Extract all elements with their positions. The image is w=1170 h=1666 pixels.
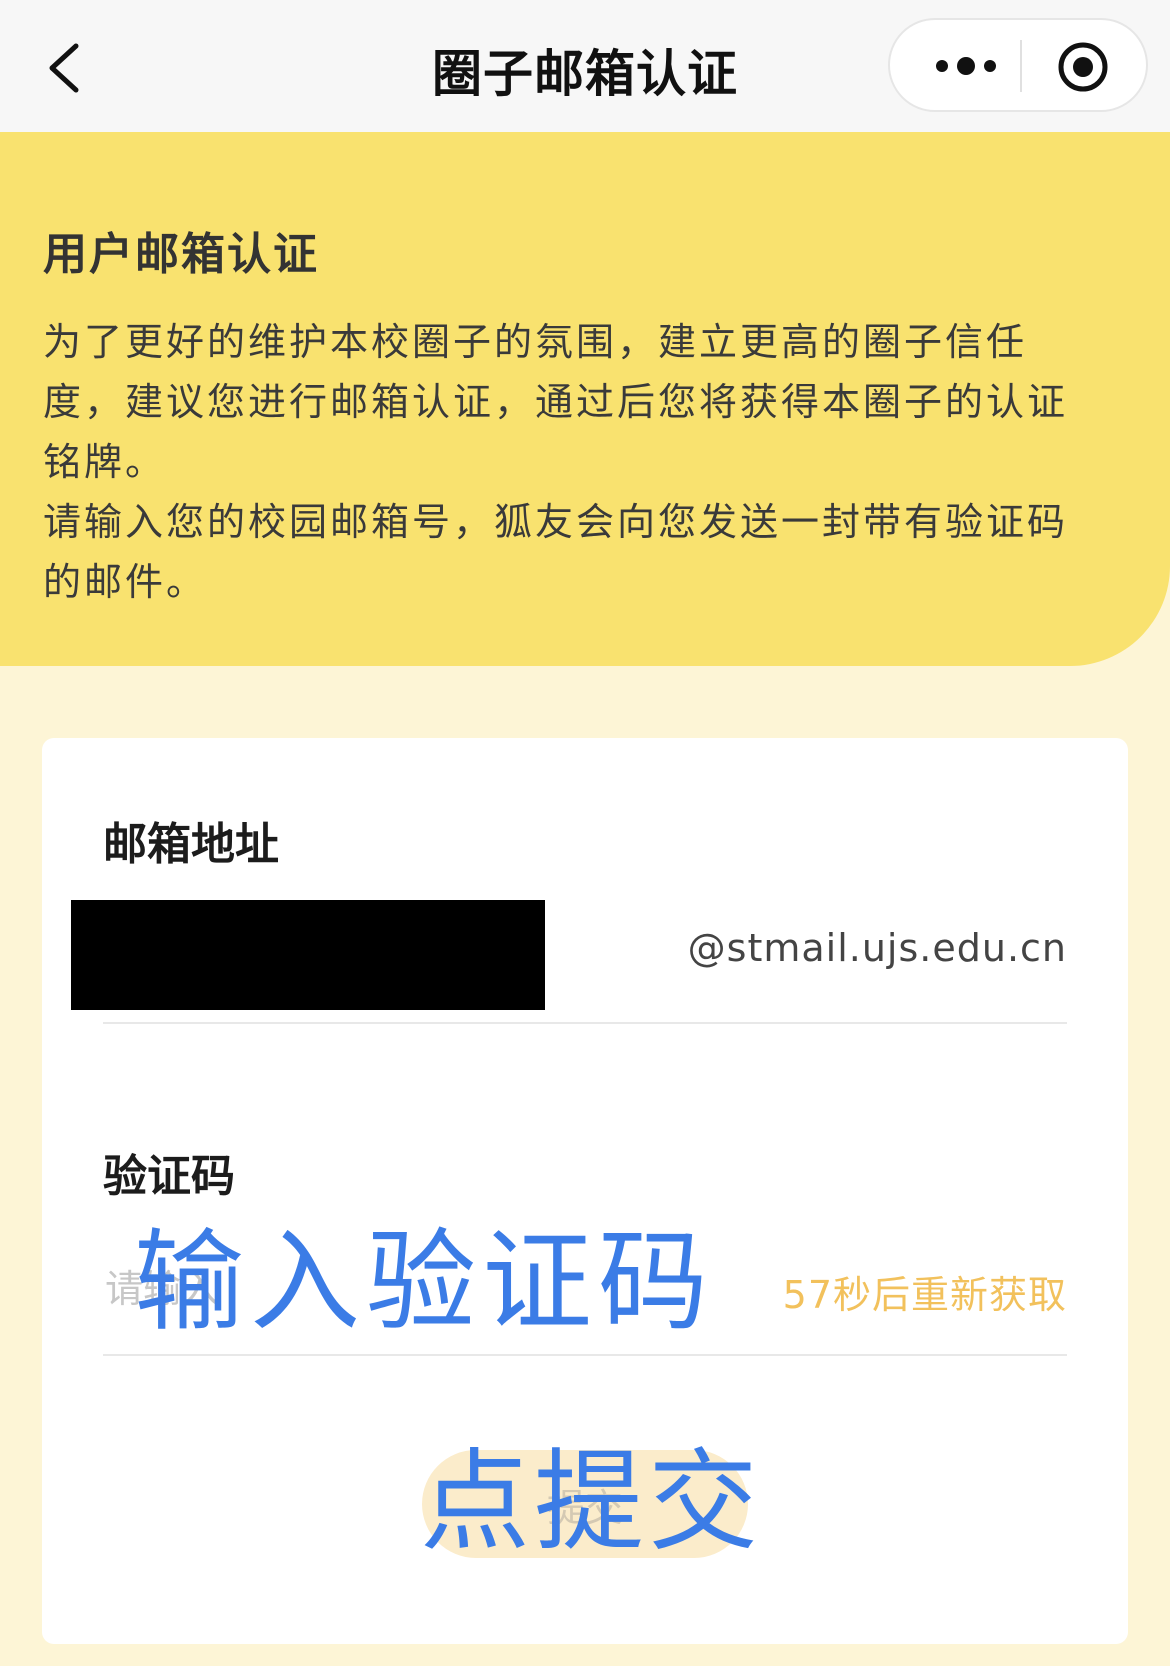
capsule-divider — [1020, 40, 1022, 92]
code-input[interactable] — [103, 1258, 667, 1320]
email-input[interactable] — [71, 900, 545, 1010]
mini-program-capsule — [888, 18, 1148, 112]
navigation-bar: 圈子邮箱认证 — [0, 0, 1170, 132]
form-card: 邮箱地址 @stmail.ujs.edu.cn 验证码 57秒后重新获取 提交 — [42, 738, 1128, 1644]
email-suffix: @stmail.ujs.edu.cn — [687, 926, 1067, 970]
email-row: @stmail.ujs.edu.cn — [71, 900, 1067, 1024]
banner-title: 用户邮箱认证 — [43, 229, 319, 280]
banner-paragraph-1: 为了更好的维护本校圈子的氛围，建立更高的圈子信任度，建议您进行邮箱认证，通过后您… — [43, 320, 1069, 484]
code-row: 57秒后重新获取 — [103, 1224, 1067, 1356]
info-banner: 用户邮箱认证 为了更好的维护本校圈子的氛围，建立更高的圈子信任度，建议您进行邮箱… — [0, 132, 1170, 666]
resend-code-button[interactable]: 57秒后重新获取 — [783, 1264, 1067, 1319]
more-dots-icon[interactable] — [930, 42, 1006, 90]
banner-paragraph-2: 请输入您的校园邮箱号，狐友会向您发送一封带有验证码的邮件。 — [43, 500, 1069, 604]
target-circle-icon[interactable] — [1056, 40, 1110, 94]
email-label: 邮箱地址 — [103, 819, 279, 870]
submit-button[interactable]: 提交 — [422, 1450, 748, 1558]
banner-description: 为了更好的维护本校圈子的氛围，建立更高的圈子信任度，建议您进行邮箱认证，通过后您… — [43, 312, 1083, 612]
code-label: 验证码 — [103, 1151, 235, 1202]
